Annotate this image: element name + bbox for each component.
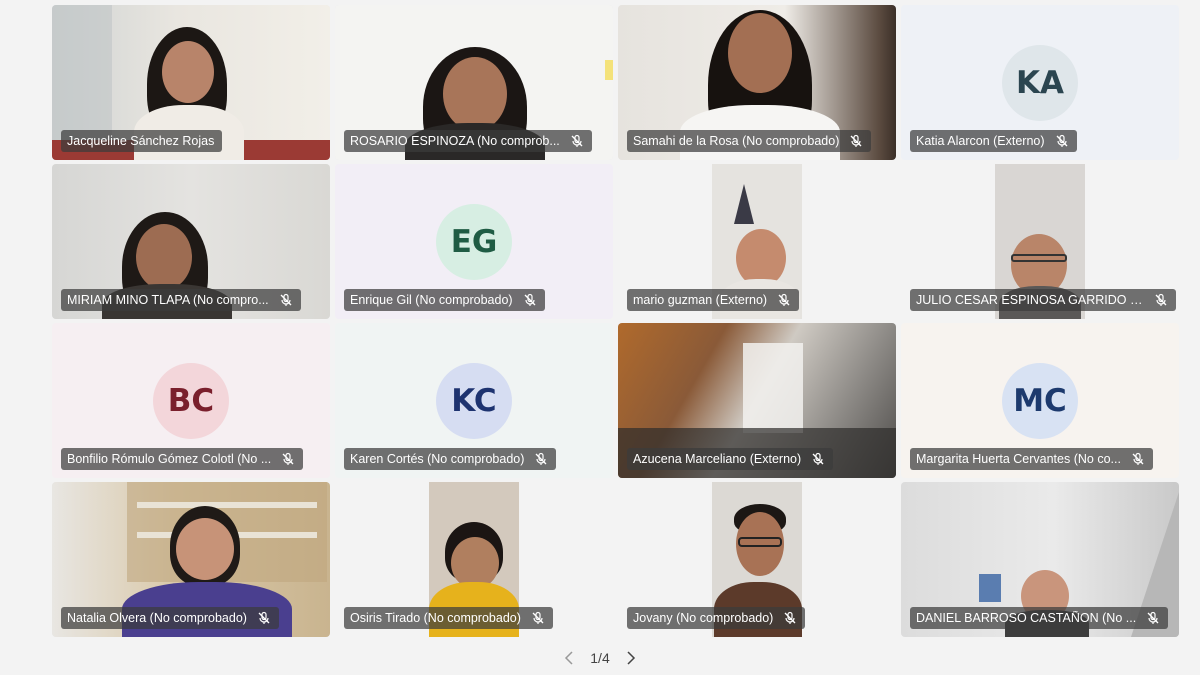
participant-name: Katia Alarcon (Externo) — [916, 134, 1045, 148]
participant-name-plate: Samahi de la Rosa (No comprobado) — [627, 130, 872, 152]
avatar-initials: BC — [167, 383, 215, 419]
participant-tile[interactable]: Azucena Marceliano (Externo) — [618, 323, 896, 478]
participant-tile[interactable]: JULIO CESAR ESPINOSA GARRIDO (... — [901, 164, 1179, 319]
mic-off-icon — [281, 452, 295, 466]
avatar-initials: KC — [451, 383, 497, 419]
mic-off-icon — [570, 134, 584, 148]
mic-off-icon — [257, 611, 271, 625]
mic-off-icon — [534, 452, 548, 466]
chevron-left-icon — [565, 651, 573, 665]
participant-name-plate: Margarita Huerta Cervantes (No co... — [910, 448, 1153, 470]
mic-off-icon — [531, 611, 545, 625]
participant-name: Margarita Huerta Cervantes (No co... — [916, 452, 1121, 466]
participant-name-plate: Enrique Gil (No comprobado) — [344, 289, 545, 311]
participant-tile[interactable]: MC Margarita Huerta Cervantes (No co... — [901, 323, 1179, 478]
participant-name: DANIEL BARROSO CASTAÑON (No ... — [916, 611, 1137, 625]
participant-name-plate: Natalia Olvera (No comprobado) — [61, 607, 279, 629]
next-page-button[interactable] — [622, 648, 640, 668]
participant-tile[interactable]: ROSARIO ESPINOZA (No comprob... — [335, 5, 613, 160]
participant-name-plate: Jacqueline Sánchez Rojas — [61, 130, 223, 152]
participant-name: Samahi de la Rosa (No comprobado) — [633, 134, 840, 148]
page-indicator: 1/4 — [590, 650, 610, 666]
participant-name: Jacqueline Sánchez Rojas — [67, 134, 215, 148]
participant-tile[interactable]: Natalia Olvera (No comprobado) — [52, 482, 330, 637]
participant-tile[interactable]: Osiris Tirado (No comprobado) — [335, 482, 613, 637]
mic-off-icon — [1154, 293, 1168, 307]
participant-name: mario guzman (Externo) — [633, 293, 768, 307]
mic-off-icon — [783, 611, 797, 625]
participant-avatar: KA — [1002, 45, 1078, 121]
participant-avatar: KC — [436, 363, 512, 439]
participant-tile[interactable]: DANIEL BARROSO CASTAÑON (No ... — [901, 482, 1179, 637]
participant-avatar: MC — [1002, 363, 1078, 439]
participant-tile[interactable]: EG Enrique Gil (No comprobado) — [335, 164, 613, 319]
participant-name-plate: Jovany (No comprobado) — [627, 607, 806, 629]
participant-name: Enrique Gil (No comprobado) — [350, 293, 513, 307]
participant-name: ROSARIO ESPINOZA (No comprob... — [350, 134, 560, 148]
chevron-right-icon — [627, 651, 635, 665]
mic-off-icon — [1146, 611, 1160, 625]
participant-name: Osiris Tirado (No comprobado) — [350, 611, 521, 625]
participant-name: Bonfilio Rómulo Gómez Colotl (No ... — [67, 452, 272, 466]
participant-name: JULIO CESAR ESPINOSA GARRIDO (... — [916, 293, 1144, 307]
participant-name-plate: MIRIAM MINO TLAPA (No compro... — [61, 289, 301, 311]
participant-tile[interactable]: Samahi de la Rosa (No comprobado) — [618, 5, 896, 160]
avatar-initials: KA — [1015, 65, 1064, 101]
participant-name: Azucena Marceliano (Externo) — [633, 452, 802, 466]
previous-page-button[interactable] — [560, 648, 578, 668]
participant-name: Natalia Olvera (No comprobado) — [67, 611, 247, 625]
participant-tile[interactable]: Jovany (No comprobado) — [618, 482, 896, 637]
participant-avatar: EG — [436, 204, 512, 280]
participant-tile[interactable]: KA Katia Alarcon (Externo) — [901, 5, 1179, 160]
participant-name-plate: DANIEL BARROSO CASTAÑON (No ... — [910, 607, 1169, 629]
mic-off-icon — [1055, 134, 1069, 148]
participant-tile[interactable]: BC Bonfilio Rómulo Gómez Colotl (No ... — [52, 323, 330, 478]
participant-tile[interactable]: MIRIAM MINO TLAPA (No compro... — [52, 164, 330, 319]
participant-name-plate: JULIO CESAR ESPINOSA GARRIDO (... — [910, 289, 1176, 311]
participant-tile[interactable]: Jacqueline Sánchez Rojas — [52, 5, 330, 160]
participant-name-plate: Osiris Tirado (No comprobado) — [344, 607, 553, 629]
participant-name-plate: Karen Cortés (No comprobado) — [344, 448, 557, 470]
participant-avatar: BC — [153, 363, 229, 439]
participant-name-plate: Azucena Marceliano (Externo) — [627, 448, 834, 470]
participant-name-plate: ROSARIO ESPINOZA (No comprob... — [344, 130, 592, 152]
participant-name-plate: Bonfilio Rómulo Gómez Colotl (No ... — [61, 448, 304, 470]
participant-tile[interactable]: KC Karen Cortés (No comprobado) — [335, 323, 613, 478]
mic-off-icon — [811, 452, 825, 466]
participant-name-plate: Katia Alarcon (Externo) — [910, 130, 1077, 152]
participant-grid: Jacqueline Sánchez Rojas ROSARIO ESPINOZ… — [52, 5, 1179, 637]
mic-off-icon — [1131, 452, 1145, 466]
mic-off-icon — [279, 293, 293, 307]
mic-off-icon — [523, 293, 537, 307]
participant-tile[interactable]: mario guzman (Externo) — [618, 164, 896, 319]
participant-name-plate: mario guzman (Externo) — [627, 289, 800, 311]
pagination: 1/4 — [0, 648, 1200, 668]
participant-name: Karen Cortés (No comprobado) — [350, 452, 525, 466]
mic-off-icon — [849, 134, 863, 148]
participant-name: MIRIAM MINO TLAPA (No compro... — [67, 293, 269, 307]
participant-name: Jovany (No comprobado) — [633, 611, 774, 625]
avatar-initials: EG — [450, 224, 498, 260]
avatar-initials: MC — [1013, 383, 1067, 419]
mic-off-icon — [777, 293, 791, 307]
